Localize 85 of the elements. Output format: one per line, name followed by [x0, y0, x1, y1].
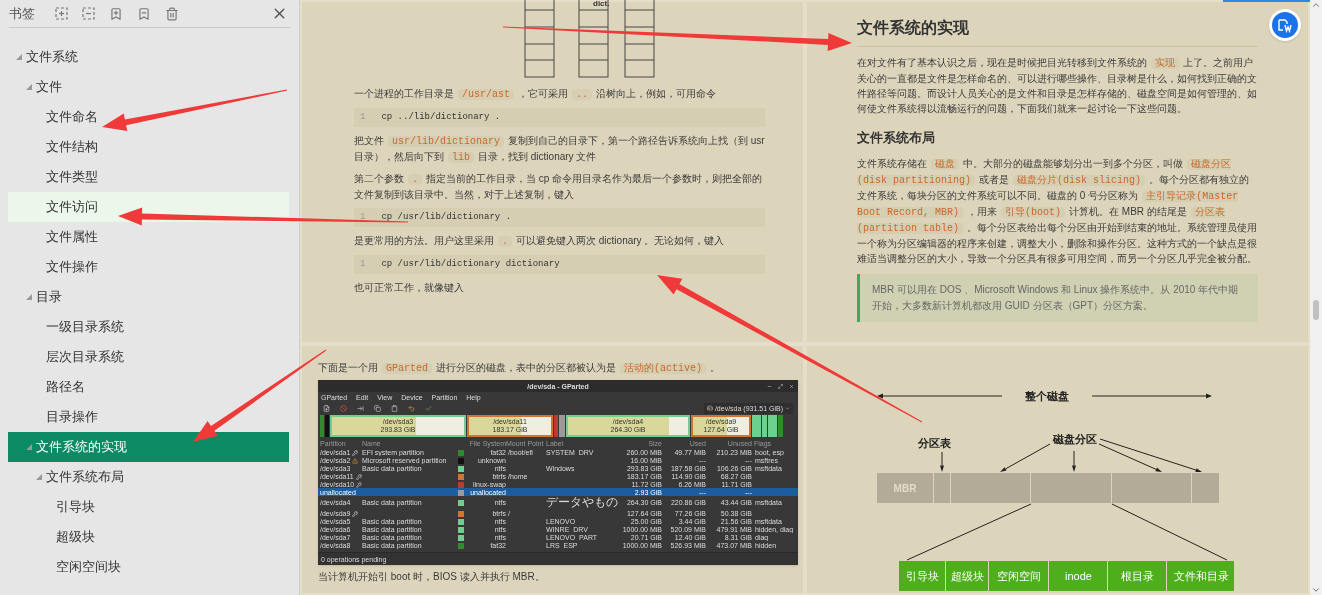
layout-block [1167, 561, 1234, 591]
block-label: 超级块 [951, 570, 984, 582]
delete-icon[interactable] [340, 404, 347, 412]
minimize-icon[interactable] [767, 383, 772, 389]
bookmark-item[interactable]: 文件系统布局 [8, 462, 289, 492]
code-line: cp ../lib/dictionary . [381, 110, 501, 124]
scrollbar[interactable] [1310, 0, 1322, 595]
sidebar-title: 书签 [9, 4, 35, 23]
code-line: cp /usr/lib/dictionary . [381, 210, 512, 224]
bookmark-item[interactable]: 空闲空间块 [8, 552, 289, 582]
expand-all-icon[interactable] [55, 7, 68, 20]
bookmark-item[interactable]: 目录 [8, 282, 289, 312]
scroll-up-icon[interactable] [1311, 0, 1321, 10]
bookmark-remove-icon[interactable] [137, 6, 151, 21]
bookmark-item[interactable]: 层次目录系统 [8, 342, 289, 372]
key-icon [352, 510, 359, 517]
mbr-segment [877, 473, 933, 503]
paragraph: 是更常用的方法。用户这里采用 . 可以避免键入两次 dictionary 。无论如何，键入 [354, 234, 726, 249]
resize-icon[interactable] [357, 404, 364, 412]
block-label: 引导块 [906, 570, 939, 582]
bookmark-item[interactable]: 文件 [8, 72, 289, 102]
document-w-icon [1277, 17, 1293, 33]
paragraph: 当计算机开始引 boot 时，BIOS 读入并执行 MBR。 [318, 570, 546, 584]
bookmark-add-icon[interactable] [109, 6, 123, 21]
maximize-icon[interactable] [778, 383, 783, 389]
paragraph: 在对文件有了基本认识之后，现在是时候把目光转移到文件系统的 实现 上了。之前用户关心的一直都是文件是怎样命名的、可以进行哪些操作、目录树是什么，如何找到正确的文件路径等问题。而设计人员关心的是文件和目录是怎样存储的、磁盘空间是如何管理的、如何使文件系统得以流畅运行的问题，下面我们就来一起讨论一下这些问题。 [857, 56, 1258, 116]
expand-triangle-icon[interactable] [25, 83, 33, 91]
expand-triangle-icon[interactable] [15, 53, 23, 61]
block-label: 根目录 [1121, 570, 1154, 582]
code-line: cp /usr/lib/dictionary dictionary [381, 257, 560, 271]
pointer-arrow [940, 451, 944, 472]
block-label: 文件和目录 [1173, 570, 1229, 582]
bookmark-item[interactable]: 文件系统的实现 [8, 432, 289, 462]
bookmark-item[interactable]: 文件命名 [8, 102, 289, 132]
subsection-heading: 文件系统布局 [857, 129, 936, 147]
paste-icon[interactable] [391, 404, 398, 412]
pointer-arrow [1072, 450, 1076, 472]
layout-block [1049, 561, 1107, 591]
table-cell-text: データやもの [546, 496, 619, 509]
warning-icon [352, 457, 359, 464]
expand-triangle-icon[interactable] [25, 293, 33, 301]
paragraph: 第二个参数 . 指定当前的工作目录，当 cp 命令用目录名作为最后一个参数时，则把全部的文件复制到该目录中。当然，对于上述复制，键入 [354, 172, 764, 202]
diagram-label: 整个磁盘 [1025, 390, 1069, 402]
expand-triangle-icon[interactable] [25, 443, 33, 451]
layout-block [946, 561, 988, 591]
paragraph: 下面是一个用 GParted 进行分区的磁盘，表中的分区都被认为是 活动的(active) 。 [318, 361, 722, 376]
layout-block [989, 561, 1048, 591]
layout-block [1108, 561, 1166, 591]
bookmark-item[interactable]: 文件类型 [8, 162, 289, 192]
undo-icon[interactable] [408, 404, 415, 412]
caret-icon [785, 405, 790, 411]
diagram-label: 磁盘分区 [1053, 433, 1097, 445]
bookmark-item[interactable]: 目录操作 [8, 402, 289, 432]
bookmark-item[interactable]: 文件系统 [8, 42, 289, 72]
table-label: dict. [593, 0, 610, 8]
bookmark-item[interactable]: 一级目录系统 [8, 312, 289, 342]
bookmark-item[interactable]: 路径名 [8, 372, 289, 402]
layout-block [899, 561, 945, 591]
bookmark-item[interactable]: 文件属性 [8, 222, 289, 252]
paragraph: 把文件 usr/lib/dictionary 复制到自己的目录下，第一个路径告诉系统向上找（到 usr 目录），然后向下到 lib 目录，找到 dictionary 文件 [354, 134, 765, 165]
paragraph: 也可正常工作，就像键入 [354, 281, 465, 295]
close-icon[interactable] [789, 383, 794, 389]
block-label: inode [1065, 570, 1092, 582]
bookmark-item[interactable]: 文件结构 [8, 132, 289, 162]
delete-icon[interactable] [165, 6, 179, 21]
copy-icon[interactable] [374, 404, 381, 412]
quote-text: MBR 可以用在 DOS 、Microsoft Windows 和 Linux 操作系统中。从 2010 年代中期开始，大多数新计算机都改用 GUID 分区表（GPT）分区方案。 [872, 282, 1240, 313]
collapse-all-icon[interactable] [82, 7, 95, 20]
scroll-down-icon[interactable] [1311, 585, 1321, 595]
check-icon[interactable] [425, 404, 432, 412]
paragraph: 一个进程的工作目录是 /usr/ast ，它可采用 .. 沿树向上，例如，可用命令 [354, 87, 718, 102]
diagram-label: 分区表 [917, 437, 951, 449]
paragraph: 文件系统存储在 磁盘 中。大部分的磁盘能够划分出一到多个分区，叫做 磁盘分区(disk partitioning) 或者是 磁盘分片(disk slicing) 。每个分区都有独立的文件系统，每块分区的文件系统可以不同。磁盘的 0 号分区称为 主引导记录(Master Boot Record, MBR) ，用来 引导(boot) 计算机。在 MBR 的结尾是 分区表(partition table) 。每个分区表给出每个分区由开始到结束的地址。系统管理员使用一个称为分区编辑器的程序来创建，调整大小，删除和操作分区。这种方式的一个缺点是很难适当调整分区的大小，导致一个分区具有很多可用空间，而另一个分区几乎完全被分配。 [857, 156, 1258, 266]
bookmark-item[interactable]: 文件访问 [8, 192, 289, 222]
block-label: 空闲空间 [997, 570, 1041, 582]
key-icon [352, 449, 359, 456]
scrollbar-thumb[interactable] [1313, 300, 1319, 320]
bookmark-item[interactable]: 引导块 [8, 492, 289, 522]
expand-triangle-icon[interactable] [35, 473, 43, 481]
new-icon[interactable] [323, 404, 330, 412]
pointer-arrow [1000, 443, 1051, 472]
section-heading: 文件系统的实现 [857, 18, 970, 38]
disk-icon [706, 405, 713, 411]
bookmark-item[interactable]: 超级块 [8, 522, 289, 552]
bookmark-item[interactable]: 文件操作 [8, 252, 289, 282]
